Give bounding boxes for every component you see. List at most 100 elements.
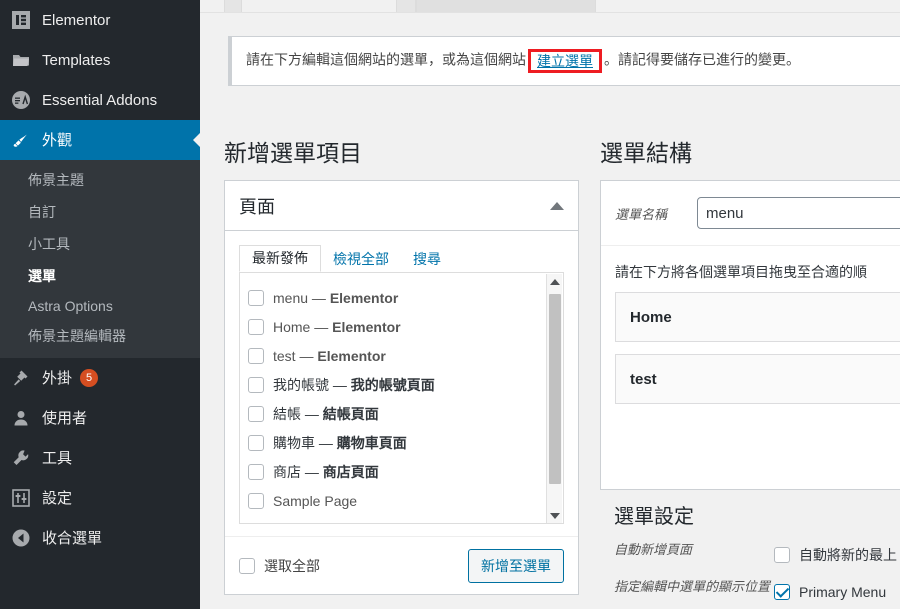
collapse-icon [10,527,32,549]
page-checkbox[interactable] [248,289,264,306]
users-icon [10,407,32,429]
list-item-label: test — Elementor [273,347,386,364]
list-item-label: 我的帳號 — 我的帳號頁面 [273,376,435,393]
sidebar-item-users[interactable]: 使用者 [0,398,200,438]
plugins-plug-icon [10,367,32,389]
auto-add-checkbox[interactable] [774,547,790,563]
page-checkbox[interactable] [248,405,264,422]
sidebar-item-label: 收合選單 [42,529,103,547]
select-all-checkbox[interactable] [239,557,255,574]
sidebar-item-label: 設定 [42,489,73,507]
menu-settings-title: 選單設定 [614,506,694,528]
pages-metabox-header[interactable]: 頁面 [225,181,578,231]
sidebar-item-theme-editor[interactable]: 佈景主題編輯器 [0,320,200,352]
menu-item-row[interactable]: test [615,354,900,404]
settings-sliders-icon [10,487,32,509]
list-item[interactable]: menu — Elementor [248,283,563,312]
appearance-submenu: 佈景主題 自訂 小工具 選單 Astra Options 佈景主題編輯器 [0,160,200,358]
page-checkbox[interactable] [248,376,264,393]
list-item[interactable]: Home — Elementor [248,312,563,341]
add-to-menu-button[interactable]: 新增至選單 [468,548,564,583]
menu-name-input[interactable] [697,197,900,229]
pages-list-scrollbar[interactable] [546,274,563,523]
notice-text-after: 。請記得要儲存已進行的變更。 [604,51,800,68]
list-item[interactable]: test — Elementor [248,341,563,370]
scroll-down-icon[interactable] [547,508,563,523]
page-checkbox[interactable] [248,434,264,451]
primary-menu-checkbox[interactable] [774,584,790,600]
list-item[interactable]: 結帳 — 結帳頁面 [248,399,563,428]
select-all-control[interactable]: 選取全部 [239,556,320,576]
wordpress-admin-screen: Elementor Templates Essential Addons 外觀 … [0,0,900,609]
sidebar-item-label: 使用者 [42,409,88,427]
sidebar-item-themes[interactable]: 佈景主題 [0,164,200,196]
list-item[interactable]: 我的帳號 — 我的帳號頁面 [248,370,563,399]
auto-add-label: 自動將新的最上 [799,547,897,563]
sidebar-item-label: Elementor [42,11,111,29]
page-checkbox[interactable] [248,318,264,335]
auto-add-option[interactable]: 自動將新的最上 [774,542,897,568]
select-all-label: 選取全部 [264,557,320,574]
sidebar-item-collapse-menu[interactable]: 收合選單 [0,518,200,558]
scroll-up-icon[interactable] [547,274,563,290]
notice-text-before: 請在下方編輯這個網站的選單，或為這個網站 [246,51,526,68]
page-checkbox[interactable] [248,492,264,509]
setting-display-location: 指定編輯中選單的顯示位置 Primary Menu Footer Menu [614,578,900,609]
pages-metabox-body: 最新發佈 檢視全部 搜尋 menu — Elementor Home — Ele… [225,231,578,524]
primary-menu-label: Primary Menu [799,584,887,600]
elementor-icon [10,9,32,31]
sidebar-item-templates[interactable]: Templates [0,40,200,80]
list-item[interactable]: 商店 — 商店頁面 [248,457,563,486]
setting-label: 自動新增頁面 [614,542,693,557]
list-item-label: Sample Page [273,492,358,509]
sidebar-item-label: 外掛 [42,369,73,387]
admin-main-content: 請在下方編輯這個網站的選單，或為這個網站 建立選單 。請記得要儲存已進行的變更。 新… [200,0,900,609]
menu-name-row: 選單名稱 [601,181,900,246]
tools-wrench-icon [10,447,32,469]
pages-metabox-footer: 選取全部 新增至選單 [225,536,578,594]
sidebar-item-customize[interactable]: 自訂 [0,196,200,228]
chevron-up-icon[interactable] [550,201,564,210]
page-checkbox[interactable] [248,347,264,364]
admin-sidebar: Elementor Templates Essential Addons 外觀 … [0,0,200,609]
menu-settings-section: 選單設定 自動新增頁面 自動將新的最上 指定編輯中選單的顯示位置 Primary… [600,500,900,609]
folder-icon [10,49,32,71]
scrollbar-thumb[interactable] [549,294,561,484]
tab-view-all[interactable]: 檢視全部 [321,247,401,272]
sidebar-item-settings[interactable]: 設定 [0,478,200,518]
sidebar-item-elementor[interactable]: Elementor [0,0,200,40]
setting-options: 自動將新的最上 [774,541,897,568]
menu-structure-box: 選單名稱 請在下方將各個選單項目拖曳至合適的順 Home test [600,180,900,490]
sidebar-item-label: 外觀 [42,131,73,149]
sidebar-item-astra-options[interactable]: Astra Options [0,292,200,320]
sidebar-item-tools[interactable]: 工具 [0,438,200,478]
list-item-label: 購物車 — 購物車頁面 [273,434,407,451]
setting-options: Primary Menu Footer Menu [774,578,886,609]
sidebar-item-widgets[interactable]: 小工具 [0,228,200,260]
page-title-menu-structure: 選單結構 [600,141,692,166]
sidebar-item-plugins[interactable]: 外掛 5 [0,358,200,398]
essential-addons-icon [10,89,32,111]
create-menu-link[interactable]: 建立選單 [535,52,595,70]
location-option-primary[interactable]: Primary Menu [774,579,886,605]
notice-text: 請在下方編輯這個網站的選單，或為這個網站 建立選單 。請記得要儲存已進行的變更。 [232,49,800,73]
pages-checkbox-list: menu — Elementor Home — Elementor test —… [239,272,564,524]
page-checkbox[interactable] [248,463,264,480]
create-menu-highlight: 建立選單 [528,49,602,73]
page-title-add-menu-items: 新增選單項目 [224,141,362,166]
list-item[interactable]: 購物車 — 購物車頁面 [248,428,563,457]
sidebar-item-essential-addons[interactable]: Essential Addons [0,80,200,120]
list-item[interactable]: Sample Page [248,486,563,515]
sidebar-item-appearance[interactable]: 外觀 [0,120,200,160]
appearance-brush-icon [10,129,32,151]
setting-label: 指定編輯中選單的顯示位置 [614,579,771,594]
menu-item-row[interactable]: Home [615,292,900,342]
drag-instructions: 請在下方將各個選單項目拖曳至合適的順 [615,264,867,280]
location-option-footer[interactable]: Footer Menu [774,605,886,609]
list-item-label: 商店 — 商店頁面 [273,463,379,480]
menu-notice: 請在下方編輯這個網站的選單，或為這個網站 建立選單 。請記得要儲存已進行的變更。 [228,36,900,86]
sidebar-item-menus[interactable]: 選單 [0,260,200,292]
tab-most-recent[interactable]: 最新發佈 [239,245,321,272]
tab-search[interactable]: 搜尋 [401,247,453,272]
list-item-label: 結帳 — 結帳頁面 [273,405,379,422]
